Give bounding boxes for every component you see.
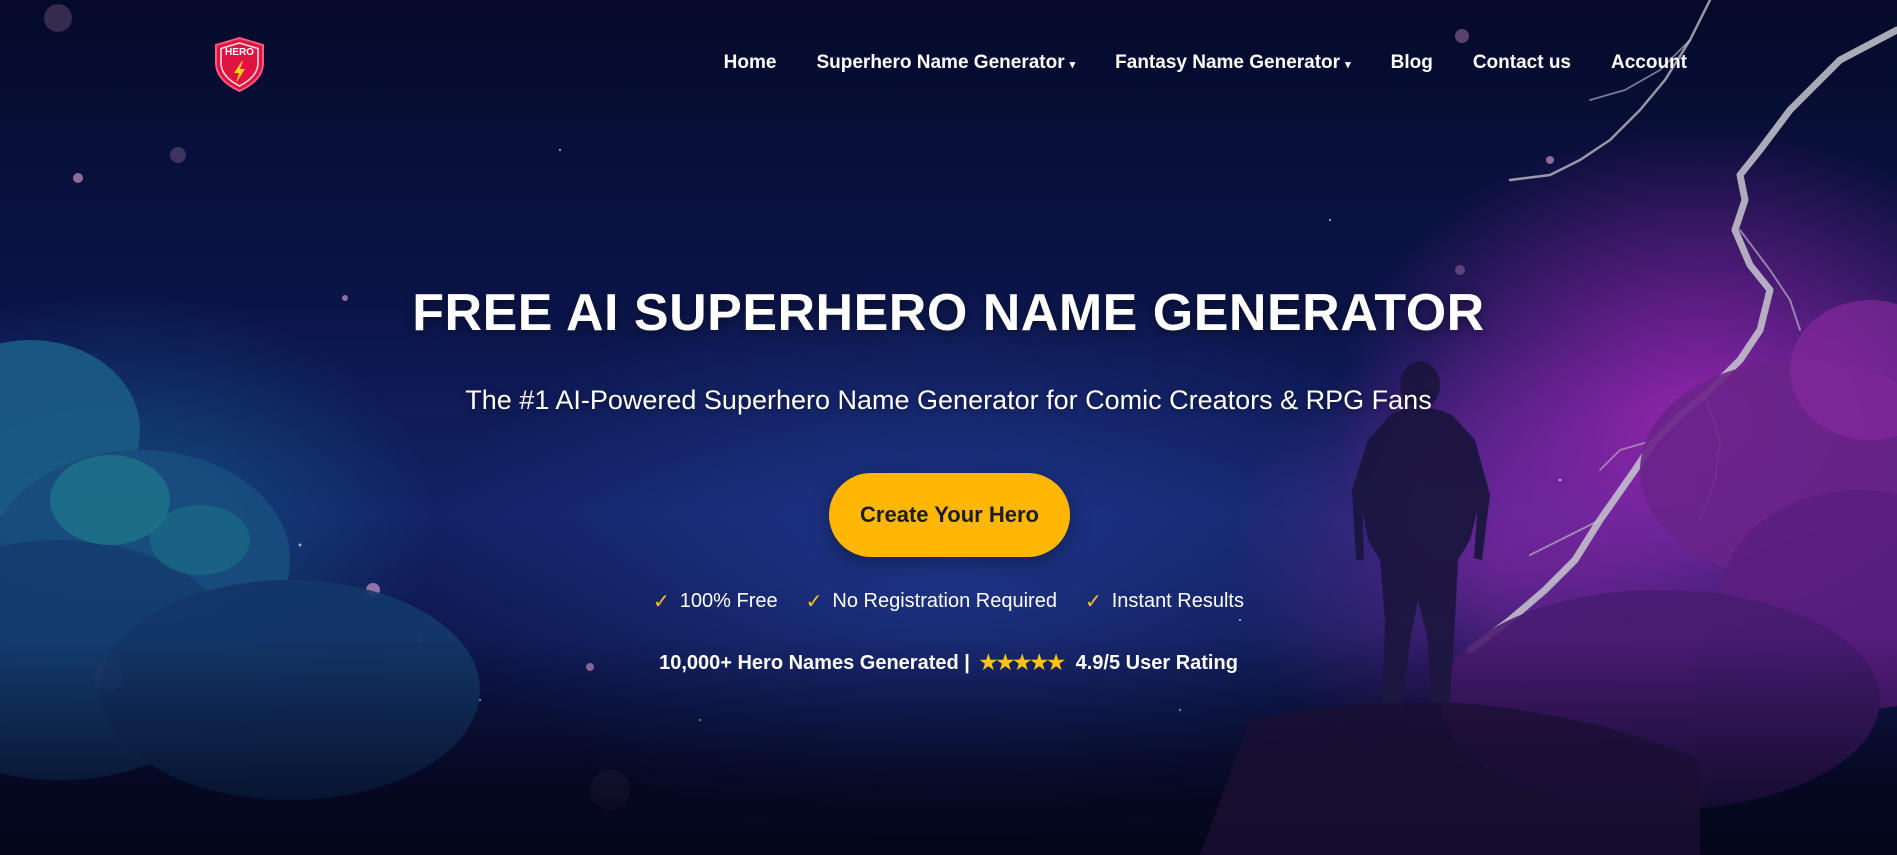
main-navigation: Home Superhero Name Generator ▾ Fantasy …	[724, 52, 1687, 74]
hero-title: FREE AI SUPERHERO NAME GENERATOR	[412, 284, 1485, 342]
hero-subtitle: The #1 AI-Powered Superhero Name Generat…	[465, 385, 1432, 415]
feature-item: ✓ Instant Results	[1085, 589, 1244, 614]
nav-contact-us[interactable]: Contact us	[1473, 52, 1571, 74]
nav-fantasy-name-generator[interactable]: Fantasy Name Generator ▾	[1115, 52, 1350, 74]
hero-background-illustration	[0, 0, 1897, 855]
feature-item: ✓ 100% Free	[653, 589, 778, 614]
hero-shield-icon	[215, 36, 264, 93]
site-logo[interactable]: HERO	[211, 36, 268, 93]
nav-account-label: Account	[1611, 52, 1687, 73]
nav-home[interactable]: Home	[724, 52, 777, 74]
nav-blog-label: Blog	[1390, 52, 1433, 73]
feature-label: 100% Free	[679, 590, 778, 612]
nav-superhero-name-generator-label: Superhero Name Generator	[816, 52, 1065, 73]
star-rating-icon: ★★★★★	[979, 652, 1065, 674]
checkmark-icon: ✓	[653, 591, 670, 613]
chevron-down-icon: ▾	[1345, 58, 1351, 71]
feature-list: ✓ 100% Free ✓ No Registration Required ✓…	[0, 589, 1897, 614]
chevron-down-icon: ▾	[1069, 58, 1076, 71]
feature-label: Instant Results	[1111, 590, 1244, 612]
nav-home-label: Home	[723, 52, 777, 73]
feature-item: ✓ No Registration Required	[806, 589, 1057, 614]
nav-fantasy-name-generator-label: Fantasy Name Generator	[1115, 52, 1341, 73]
create-your-hero-button[interactable]: Create Your Hero	[829, 473, 1070, 557]
names-generated-count: 10,000+ Hero Names Generated |	[659, 652, 970, 674]
user-rating: 4.9/5 User Rating	[1075, 652, 1238, 674]
nav-contact-us-label: Contact us	[1472, 52, 1571, 73]
hero-page: HERO Home Superhero Name Generator ▾ Fan…	[0, 0, 1897, 855]
feature-label: No Registration Required	[832, 590, 1057, 612]
checkmark-icon: ✓	[1084, 591, 1102, 613]
nav-blog[interactable]: Blog	[1391, 52, 1433, 74]
logo-wordmark: HERO	[225, 47, 254, 58]
checkmark-icon: ✓	[805, 591, 823, 613]
nav-superhero-name-generator[interactable]: Superhero Name Generator ▾	[816, 52, 1075, 74]
stats-line: 10,000+ Hero Names Generated | ★★★★★ 4.9…	[0, 650, 1897, 675]
nav-account[interactable]: Account	[1611, 52, 1687, 74]
